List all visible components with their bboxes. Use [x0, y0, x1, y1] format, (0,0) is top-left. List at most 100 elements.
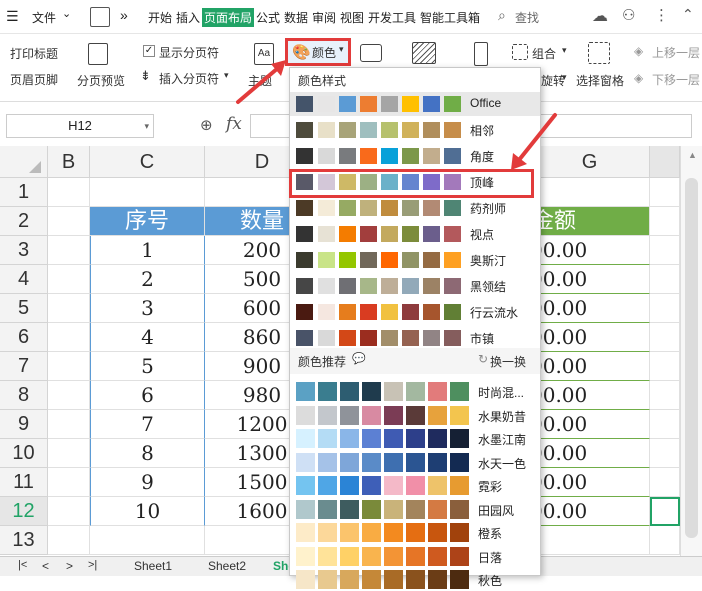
hamburger-icon[interactable]: ☰ [6, 8, 19, 25]
tab-developer[interactable]: 开发工具 [368, 9, 416, 26]
cell-b-10[interactable] [48, 439, 90, 468]
cell-b-4[interactable] [48, 265, 90, 294]
tab-view[interactable]: 视图 [340, 9, 364, 26]
cell-b-7[interactable] [48, 352, 90, 381]
cell-c-5[interactable]: 3 [90, 294, 205, 323]
shape-effects-icon[interactable] [360, 44, 382, 62]
cell-h-10[interactable] [650, 439, 680, 468]
cell-h-11[interactable] [650, 468, 680, 497]
chevron-down-icon[interactable]: ▾ [144, 115, 149, 137]
formula-input[interactable] [540, 114, 692, 138]
cell-b-2[interactable] [48, 207, 90, 236]
color-scheme-9[interactable]: 行云流水 [290, 300, 540, 324]
background-icon[interactable] [412, 42, 436, 64]
cell-c-7[interactable]: 5 [90, 352, 205, 381]
group-button[interactable]: 组合 [532, 45, 556, 62]
first-sheet-icon[interactable]: |< [18, 559, 27, 571]
chevron-down-icon[interactable]: ▾ [562, 72, 567, 83]
theme-button[interactable]: 主题 [248, 72, 272, 89]
cell-c-1[interactable] [90, 178, 205, 207]
cell-g-8[interactable]: 00.00 [530, 381, 650, 410]
file-menu[interactable]: 文件 [32, 9, 56, 26]
cell-g-7[interactable]: 00.00 [530, 352, 650, 381]
bring-forward-button[interactable]: 上移一层 [652, 44, 700, 61]
row-header-3[interactable]: 3 [0, 236, 48, 265]
cell-b-11[interactable] [48, 468, 90, 497]
cell-g-5[interactable]: 00.00 [530, 294, 650, 323]
print-titles-button[interactable]: 打印标题 [10, 45, 58, 62]
tab-review[interactable]: 审阅 [312, 9, 336, 26]
cell-h-1[interactable] [650, 178, 680, 207]
color-button[interactable]: 🎨 颜色 ▾ [285, 38, 351, 66]
refresh-icon[interactable]: ↻ [478, 352, 488, 366]
row-header-4[interactable]: 4 [0, 265, 48, 294]
cell-h-5[interactable] [650, 294, 680, 323]
next-sheet-icon[interactable]: > [66, 559, 73, 573]
recommend-scheme-3[interactable]: 水墨江南 [290, 427, 540, 450]
recommend-scheme-4[interactable]: 水天一色 [290, 451, 540, 474]
more-options-icon[interactable]: ⋮ [654, 6, 669, 24]
fx-icon[interactable]: fx [226, 114, 242, 134]
formula-input-left[interactable] [250, 114, 290, 138]
cell-g-3[interactable]: 00.00 [530, 236, 650, 265]
cell-h-9[interactable] [650, 410, 680, 439]
more-icon[interactable]: » [120, 7, 128, 23]
align-icon[interactable] [474, 42, 488, 66]
chevron-down-icon[interactable]: ▾ [562, 45, 567, 56]
row-header-2[interactable]: 2 [0, 207, 48, 236]
cell-c-13[interactable] [90, 526, 205, 555]
cell-g-12[interactable]: 00.00 [530, 497, 650, 526]
cell-b-3[interactable] [48, 236, 90, 265]
color-scheme-7[interactable]: 奥斯汀 [290, 248, 540, 272]
recommend-scheme-7[interactable]: 橙系 [290, 521, 540, 544]
row-header-12[interactable]: 12 [0, 497, 48, 526]
insert-page-break-button[interactable]: 插入分页符 [159, 70, 219, 87]
color-scheme-3[interactable]: 角度 [290, 144, 540, 168]
select-all-corner[interactable] [0, 146, 48, 178]
color-scheme-1[interactable]: Office [290, 92, 540, 116]
cell-g-2[interactable]: 金额 [530, 207, 650, 236]
cloud-sync-icon[interactable]: ☁ [592, 6, 608, 26]
cell-b-9[interactable] [48, 410, 90, 439]
cell-h-3[interactable] [650, 236, 680, 265]
cell-c-12[interactable]: 10 [90, 497, 205, 526]
cell-g-4[interactable]: 00.00 [530, 265, 650, 294]
row-header-9[interactable]: 9 [0, 410, 48, 439]
cell-c-9[interactable]: 7 [90, 410, 205, 439]
row-header-7[interactable]: 7 [0, 352, 48, 381]
selection-pane-button[interactable]: 选择窗格 [576, 72, 624, 89]
collapse-ribbon-icon[interactable]: ⌃ [682, 6, 694, 23]
row-header-11[interactable]: 11 [0, 468, 48, 497]
cell-g-6[interactable]: 00.00 [530, 323, 650, 352]
refresh-button[interactable]: 换一换 [490, 353, 526, 370]
header-footer-button[interactable]: 页眉页脚 [10, 71, 58, 88]
cell-c-11[interactable]: 9 [90, 468, 205, 497]
row-header-13[interactable]: 13 [0, 526, 48, 555]
send-backward-button[interactable]: 下移一层 [652, 71, 700, 88]
cell-b-12[interactable] [48, 497, 90, 526]
tab-smart-toolbox[interactable]: 智能工具箱 [420, 9, 480, 26]
tab-start[interactable]: 开始 [148, 9, 172, 26]
column-header-c[interactable]: C [90, 146, 205, 178]
color-scheme-8[interactable]: 黑领结 [290, 274, 540, 298]
column-header-b[interactable]: B [48, 146, 90, 178]
cell-h-13[interactable] [650, 526, 680, 555]
cell-c-3[interactable]: 1 [90, 236, 205, 265]
search-icon[interactable]: ⌕ [498, 7, 506, 24]
name-box[interactable]: H12 ▾ [6, 114, 154, 138]
cell-g-9[interactable]: 00.00 [530, 410, 650, 439]
vertical-scrollbar[interactable]: ▲ [680, 146, 702, 556]
cell-c-8[interactable]: 6 [90, 381, 205, 410]
cell-b-6[interactable] [48, 323, 90, 352]
row-header-6[interactable]: 6 [0, 323, 48, 352]
cell-c-10[interactable]: 8 [90, 439, 205, 468]
color-scheme-10[interactable]: 市镇 [290, 326, 540, 350]
column-header-g[interactable]: G [530, 146, 650, 178]
row-header-10[interactable]: 10 [0, 439, 48, 468]
cell-c-2[interactable]: 序号 [90, 207, 205, 236]
tab-data[interactable]: 数据 [284, 9, 308, 26]
row-header-8[interactable]: 8 [0, 381, 48, 410]
cell-g-10[interactable]: 00.00 [530, 439, 650, 468]
cell-g-11[interactable]: 00.00 [530, 468, 650, 497]
show-page-breaks-checkbox[interactable]: ✓ [143, 45, 155, 57]
